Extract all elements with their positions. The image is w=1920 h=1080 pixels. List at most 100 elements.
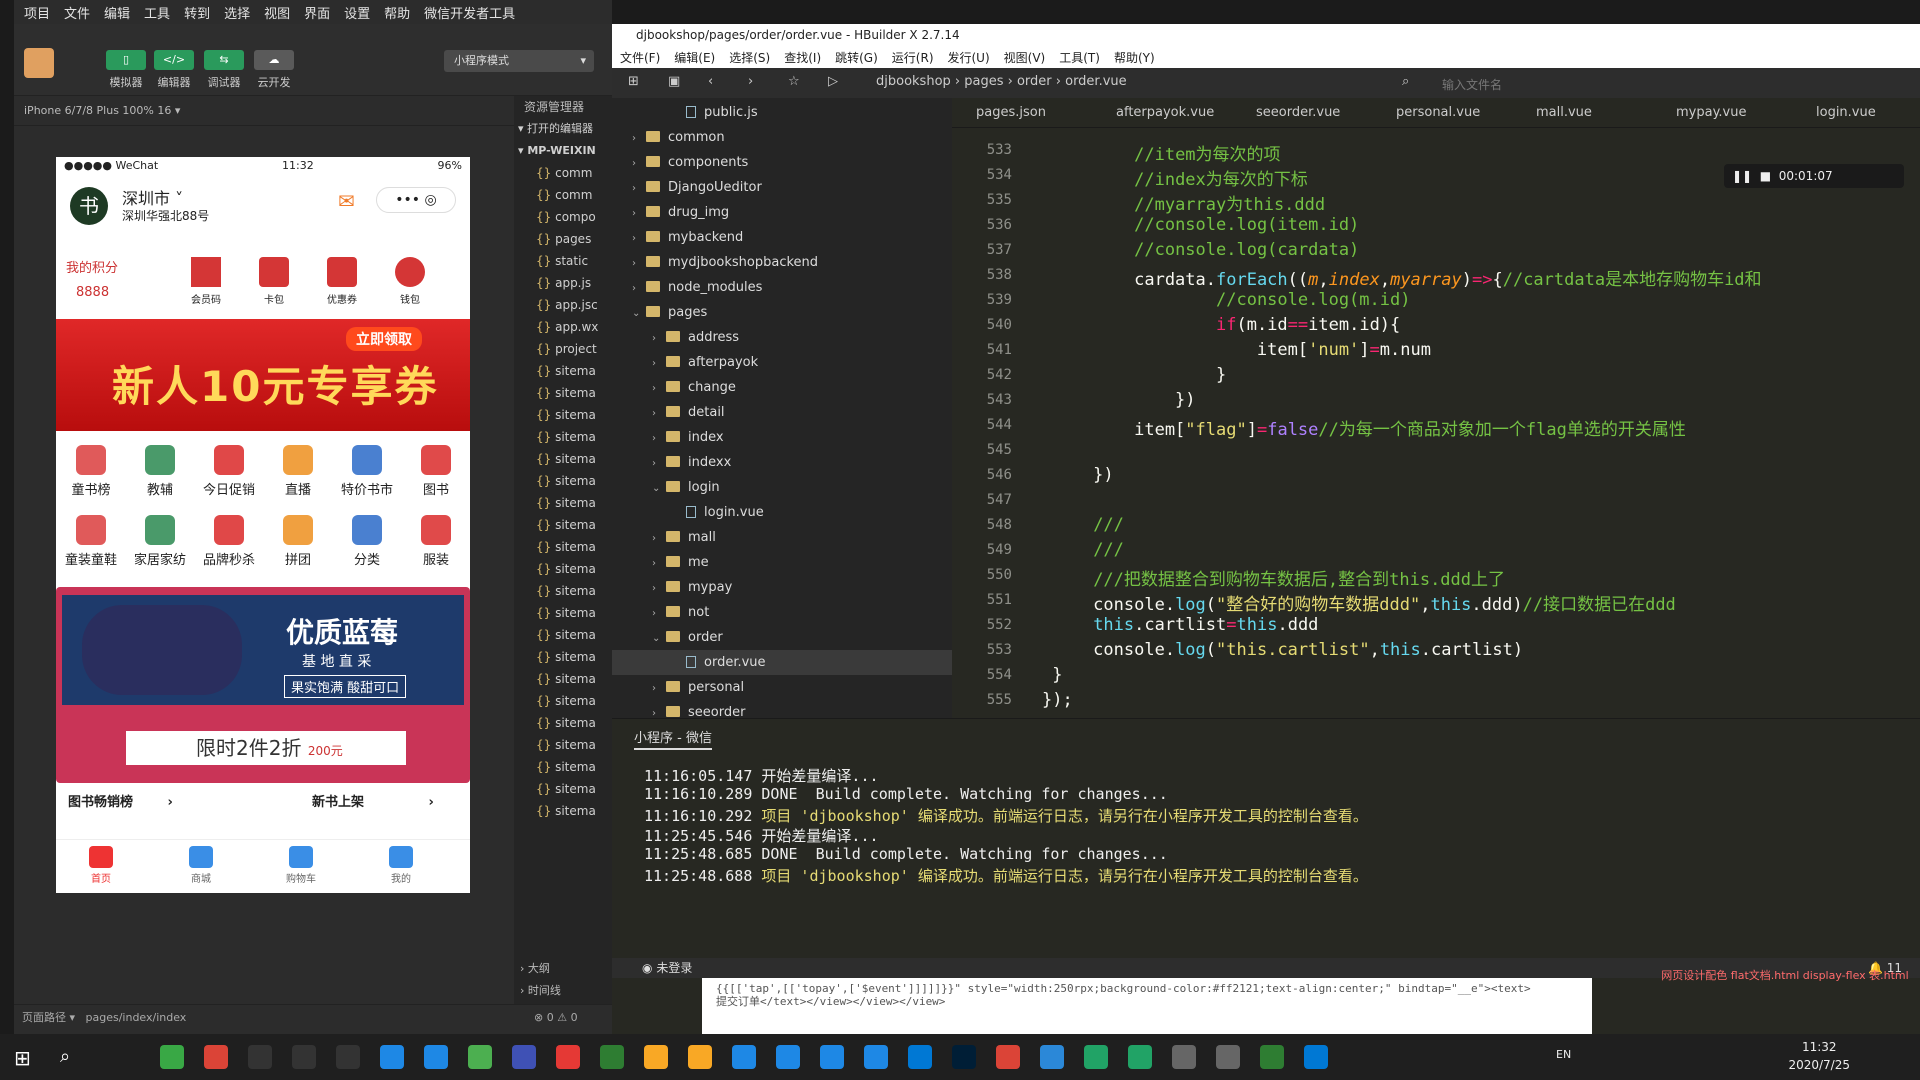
- taskbar-app-icon[interactable]: [864, 1045, 888, 1069]
- tree-item[interactable]: › mydjbookshopbackend: [612, 250, 952, 275]
- tree-arrow-icon[interactable]: ›: [632, 276, 646, 301]
- taskbar-app-icon[interactable]: [1040, 1045, 1064, 1069]
- tree-item[interactable]: › mall: [612, 525, 952, 550]
- tab-me[interactable]: 我的: [366, 846, 436, 885]
- menu-item[interactable]: 发行(U): [948, 49, 990, 66]
- explorer-item[interactable]: {} sitema: [514, 580, 612, 602]
- explorer-item[interactable]: {} sitema: [514, 690, 612, 712]
- search-icon[interactable]: ⌕: [60, 1046, 70, 1067]
- tree-item[interactable]: › me: [612, 550, 952, 575]
- outline-section[interactable]: › 大纲: [514, 960, 612, 982]
- windows-start-icon[interactable]: ⊞: [14, 1046, 31, 1070]
- tree-arrow-icon[interactable]: ›: [652, 326, 666, 351]
- editor-tab[interactable]: seeorder.vue: [1256, 105, 1340, 120]
- taskbar-app-icon[interactable]: [644, 1045, 668, 1069]
- category-item[interactable]: 拼团: [263, 515, 333, 568]
- taskbar-app-icon[interactable]: [380, 1045, 404, 1069]
- menu-item[interactable]: 文件: [64, 3, 90, 22]
- menu-item[interactable]: 项目: [24, 3, 50, 22]
- editor-tab[interactable]: mypay.vue: [1676, 105, 1746, 120]
- save-icon[interactable]: ▣: [668, 74, 680, 89]
- category-item[interactable]: 童装童鞋: [56, 515, 126, 568]
- star-icon[interactable]: ☆: [788, 74, 800, 89]
- device-bar[interactable]: iPhone 6/7/8 Plus 100% 16 ▾: [14, 96, 514, 126]
- tree-item[interactable]: › mypay: [612, 575, 952, 600]
- taskbar-app-icon[interactable]: [688, 1045, 712, 1069]
- taskbar-app-icon[interactable]: [732, 1045, 756, 1069]
- category-item[interactable]: 今日促销: [194, 445, 264, 498]
- tree-arrow-icon[interactable]: ›: [632, 176, 646, 201]
- open-editors-section[interactable]: ▾ 打开的编辑器: [514, 118, 612, 140]
- debugger-button[interactable]: ⇆ 调试器: [200, 50, 248, 90]
- file-search-input[interactable]: 输入文件名: [1442, 76, 1502, 93]
- tree-arrow-icon[interactable]: ›: [652, 601, 666, 626]
- explorer-item[interactable]: {} app.js: [514, 272, 612, 294]
- tab-mall[interactable]: 商城: [166, 846, 236, 885]
- explorer-item[interactable]: {} sitema: [514, 492, 612, 514]
- tree-item[interactable]: ⌄ order: [612, 625, 952, 650]
- breadcrumb-item[interactable]: pages: [964, 74, 1003, 89]
- explorer-item[interactable]: {} sitema: [514, 712, 612, 734]
- explorer-item[interactable]: {} comm: [514, 184, 612, 206]
- menu-item[interactable]: 帮助: [384, 3, 410, 22]
- system-clock[interactable]: 11:32 2020/7/25: [1788, 1038, 1850, 1074]
- taskbar-app-icon[interactable]: [204, 1045, 228, 1069]
- taskbar-app-icon[interactable]: [1260, 1045, 1284, 1069]
- tree-item[interactable]: › not: [612, 600, 952, 625]
- tree-arrow-icon[interactable]: ⌄: [632, 301, 646, 326]
- menu-item[interactable]: 工具(T): [1059, 49, 1100, 66]
- tree-item[interactable]: public.js: [612, 100, 952, 125]
- taskbar-app-icon[interactable]: [600, 1045, 624, 1069]
- stop-icon[interactable]: ■: [1760, 169, 1771, 183]
- code-editor[interactable]: 533 534 535 536 537 538 539 540 541 542 543 544 545 5…: [952, 128, 1920, 718]
- tree-arrow-icon[interactable]: ›: [652, 676, 666, 701]
- login-status[interactable]: 未登录: [656, 961, 692, 975]
- category-item[interactable]: 品牌秒杀: [194, 515, 264, 568]
- editor-button[interactable]: </> 编辑器: [150, 50, 198, 90]
- tree-arrow-icon[interactable]: ›: [652, 526, 666, 551]
- explorer-item[interactable]: {} sitema: [514, 668, 612, 690]
- tree-item[interactable]: › mybackend: [612, 225, 952, 250]
- taskbar-app-icon[interactable]: [1084, 1045, 1108, 1069]
- explorer-item[interactable]: {} app.jsc: [514, 294, 612, 316]
- explorer-item[interactable]: {} project: [514, 338, 612, 360]
- new-books-link[interactable]: 新书上架 ›: [312, 791, 434, 810]
- taskbar-app-icon[interactable]: [1304, 1045, 1328, 1069]
- taskbar-app-icon[interactable]: [1216, 1045, 1240, 1069]
- mail-icon[interactable]: ✉: [338, 189, 355, 213]
- member-code[interactable]: 会员码: [186, 257, 226, 306]
- category-item[interactable]: 图书: [401, 445, 470, 498]
- run-icon[interactable]: ▷: [828, 74, 838, 89]
- device-label[interactable]: iPhone 6/7/8 Plus 100% 16: [24, 104, 171, 117]
- tree-item[interactable]: › detail: [612, 400, 952, 425]
- taskbar-app-icon[interactable]: [1128, 1045, 1152, 1069]
- pause-icon[interactable]: ❚❚: [1732, 169, 1752, 183]
- tree-item[interactable]: › personal: [612, 675, 952, 700]
- tree-item[interactable]: order.vue: [612, 650, 952, 675]
- editor-tab[interactable]: login.vue: [1816, 105, 1876, 120]
- taskbar-app-icon[interactable]: [556, 1045, 580, 1069]
- menu-item[interactable]: 选择(S): [729, 49, 770, 66]
- menu-item[interactable]: 编辑: [104, 3, 130, 22]
- taskbar-app-icon[interactable]: [996, 1045, 1020, 1069]
- tree-item[interactable]: › common: [612, 125, 952, 150]
- category-item[interactable]: 童书榜: [56, 445, 126, 498]
- cloud-button[interactable]: ☁ 云开发: [250, 50, 298, 90]
- taskbar-app-icon[interactable]: [820, 1045, 844, 1069]
- tree-arrow-icon[interactable]: ›: [632, 126, 646, 151]
- console-tab[interactable]: 小程序 - 微信: [634, 727, 712, 750]
- explorer-item[interactable]: {} sitema: [514, 800, 612, 822]
- menu-item[interactable]: 查找(I): [784, 49, 821, 66]
- explorer-item[interactable]: {} sitema: [514, 602, 612, 624]
- explorer-item[interactable]: {} static: [514, 250, 612, 272]
- category-item[interactable]: 教辅: [125, 445, 195, 498]
- mp-weixin-section[interactable]: ▾ MP-WEIXIN: [514, 140, 612, 162]
- blueberry-promo[interactable]: 优质蓝莓 基 地 直 采 果实饱满 酸甜可口 限时2件2折 200元: [56, 587, 470, 783]
- claim-button[interactable]: 立即领取: [346, 327, 422, 351]
- menu-item[interactable]: 界面: [304, 3, 330, 22]
- explorer-item[interactable]: {} sitema: [514, 536, 612, 558]
- explorer-item[interactable]: {} app.wx: [514, 316, 612, 338]
- page-path-label[interactable]: 页面路径: [22, 1011, 66, 1024]
- tree-item[interactable]: ⌄ login: [612, 475, 952, 500]
- coupon-banner[interactable]: 新人10元专享券 立即领取: [56, 319, 470, 431]
